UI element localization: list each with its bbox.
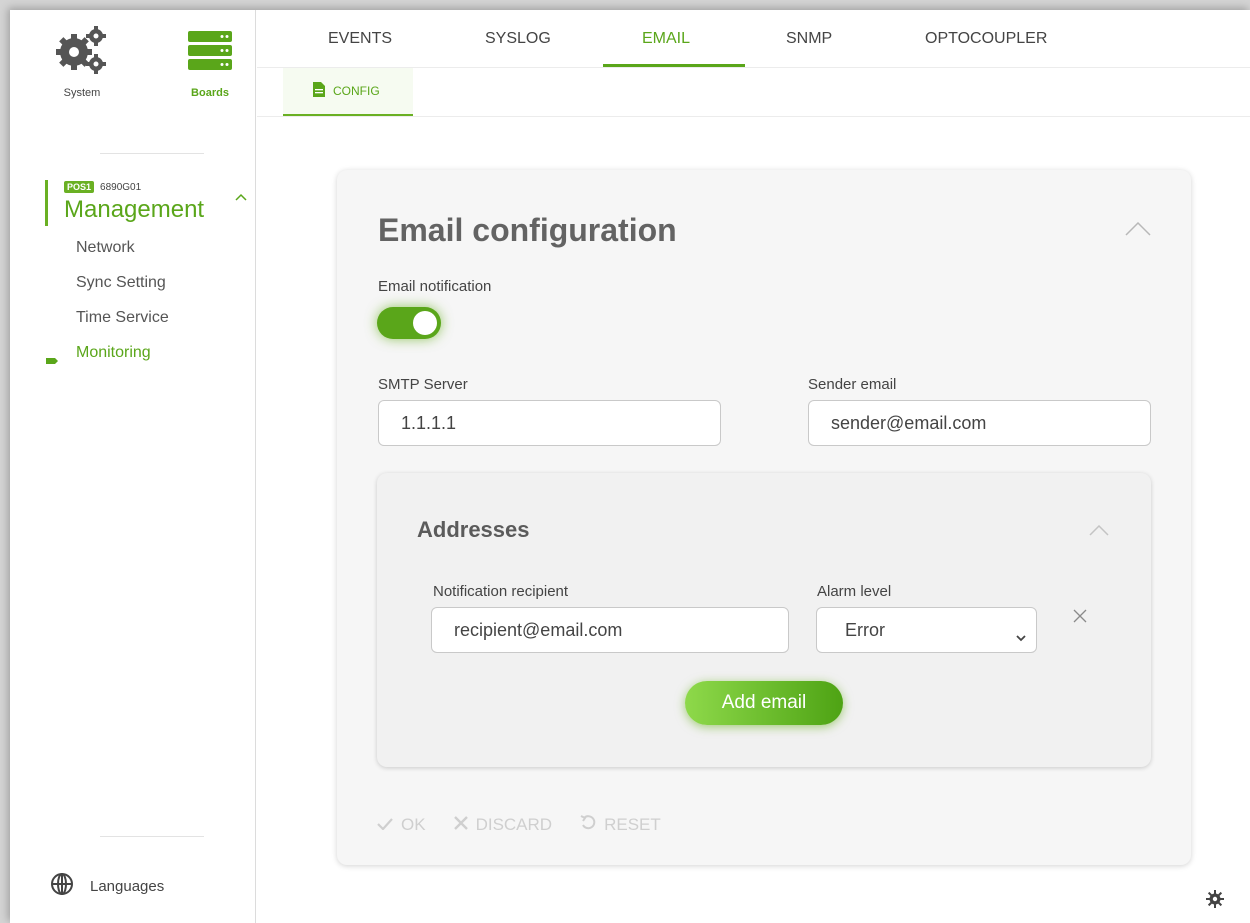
tab-syslog[interactable]: SYSLOG bbox=[485, 30, 551, 48]
position-badge: POS1 bbox=[64, 181, 95, 193]
position-code: 6890G01 bbox=[100, 181, 142, 193]
tab-email[interactable]: EMAIL bbox=[642, 30, 690, 48]
settings-gear-icon[interactable] bbox=[1206, 890, 1224, 913]
boards-label: Boards bbox=[191, 87, 229, 99]
sidebar-divider bbox=[100, 153, 204, 154]
active-tab-underline bbox=[603, 64, 745, 67]
discard-button[interactable]: DISCARD bbox=[453, 814, 553, 835]
top-tabs: EVENTS SYSLOG EMAIL SNMP OPTOCOUPLER bbox=[257, 10, 1250, 68]
sub-tabs: CONFIG bbox=[257, 68, 1250, 117]
sidebar-item-sync-setting[interactable]: Sync Setting bbox=[76, 274, 166, 292]
document-icon bbox=[313, 82, 325, 100]
sender-email-label: Sender email bbox=[808, 376, 897, 393]
email-config-card: Email configuration Email notification S… bbox=[337, 170, 1191, 865]
tab-snmp[interactable]: SNMP bbox=[786, 30, 832, 48]
toggle-knob bbox=[413, 311, 437, 335]
smtp-server-label: SMTP Server bbox=[378, 376, 468, 393]
addresses-collapse-chevron-icon[interactable] bbox=[1089, 523, 1109, 541]
ok-button[interactable]: OK bbox=[377, 814, 426, 835]
reset-label: RESET bbox=[604, 814, 661, 834]
add-email-button[interactable]: Add email bbox=[685, 681, 843, 725]
form-actions: OK DISCARD RESET bbox=[377, 814, 661, 835]
system-label: System bbox=[63, 87, 101, 99]
subtab-config[interactable]: CONFIG bbox=[283, 68, 413, 116]
position-row: POS1 6890G01 bbox=[64, 180, 245, 194]
active-indicator-icon bbox=[46, 351, 58, 364]
discard-label: DISCARD bbox=[475, 814, 553, 834]
remove-recipient-icon[interactable] bbox=[1073, 609, 1087, 628]
sender-email-input[interactable]: sender@email.com bbox=[808, 400, 1151, 446]
system-nav[interactable]: System bbox=[42, 22, 122, 99]
subtab-config-label: CONFIG bbox=[333, 84, 380, 98]
close-icon bbox=[453, 815, 468, 835]
reset-button[interactable]: RESET bbox=[580, 814, 661, 835]
sidebar-divider-bottom bbox=[100, 836, 204, 837]
globe-icon bbox=[50, 872, 74, 900]
recipient-input[interactable]: recipient@email.com bbox=[431, 607, 789, 653]
sidebar-item-network[interactable]: Network bbox=[76, 239, 135, 257]
tab-optocoupler[interactable]: OPTOCOUPLER bbox=[925, 30, 1047, 48]
section-title: Management bbox=[64, 196, 205, 223]
undo-icon bbox=[580, 814, 596, 835]
top-icons: System Boards bbox=[10, 10, 256, 130]
chevron-down-icon bbox=[1016, 626, 1026, 647]
gears-icon bbox=[50, 26, 114, 82]
tab-events[interactable]: EVENTS bbox=[328, 30, 392, 48]
check-icon bbox=[377, 815, 393, 835]
sidebar-item-time-service[interactable]: Time Service bbox=[76, 309, 169, 327]
management-section[interactable]: POS1 6890G01 Management bbox=[45, 180, 248, 226]
server-stack-icon bbox=[182, 31, 238, 82]
email-notification-toggle[interactable] bbox=[377, 307, 441, 339]
languages-label: Languages bbox=[90, 877, 165, 895]
addresses-card: Addresses Notification recipient recipie… bbox=[377, 473, 1151, 767]
smtp-server-input[interactable]: 1.1.1.1 bbox=[378, 400, 721, 446]
alarm-level-select[interactable]: Error bbox=[816, 607, 1037, 653]
alarm-level-value: Error bbox=[845, 619, 885, 640]
sidebar: System Boards POS1 6890G01 Management Ne… bbox=[10, 10, 256, 923]
chevron-up-icon[interactable] bbox=[234, 190, 248, 204]
app-window: System Boards POS1 6890G01 Management Ne… bbox=[10, 10, 1250, 923]
email-notification-label: Email notification bbox=[378, 278, 492, 295]
addresses-title: Addresses bbox=[417, 517, 530, 542]
ok-label: OK bbox=[401, 814, 426, 834]
boards-nav[interactable]: Boards bbox=[170, 22, 250, 99]
alarm-level-label: Alarm level bbox=[817, 583, 892, 600]
collapse-chevron-icon[interactable] bbox=[1125, 221, 1151, 241]
card-title: Email configuration bbox=[378, 212, 677, 248]
languages-button[interactable]: Languages bbox=[50, 872, 164, 900]
recipient-label: Notification recipient bbox=[433, 583, 569, 600]
sidebar-item-monitoring[interactable]: Monitoring bbox=[76, 344, 151, 362]
